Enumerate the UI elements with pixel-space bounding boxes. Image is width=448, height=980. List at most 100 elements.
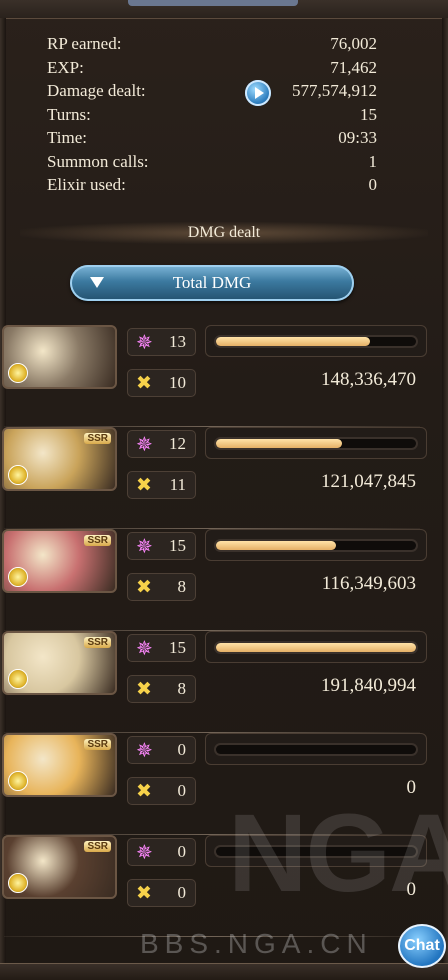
ssr-badge: SSR bbox=[84, 841, 111, 852]
stat-value: 15 bbox=[360, 104, 377, 124]
skill-count: ✖ 11 bbox=[127, 471, 196, 499]
skill-cross-icon: ✖ bbox=[136, 678, 152, 700]
bottom-ornament bbox=[0, 963, 448, 980]
chat-button[interactable]: Chat bbox=[398, 924, 446, 968]
top-tab bbox=[128, 0, 298, 6]
character-portrait[interactable]: SSR bbox=[2, 733, 117, 797]
character-portrait[interactable]: SSR bbox=[2, 529, 117, 593]
charge-attack-count: ✵ 0 bbox=[127, 736, 196, 764]
charge-attack-count: ✵ 13 bbox=[127, 328, 196, 356]
charge-attack-count: ✵ 0 bbox=[127, 838, 196, 866]
skill-count: ✖ 8 bbox=[127, 675, 196, 703]
character-portrait[interactable]: SSR bbox=[2, 631, 117, 695]
stat-exp: EXP: 71,462 bbox=[47, 56, 377, 80]
damage-bar bbox=[205, 733, 427, 765]
charge-attack-star-icon: ✵ bbox=[136, 738, 153, 762]
stat-elixir: Elixir used: 0 bbox=[47, 173, 377, 197]
stat-rp: RP earned: 76,002 bbox=[47, 32, 377, 56]
damage-bar-track bbox=[216, 541, 416, 550]
light-element-icon bbox=[8, 465, 28, 485]
skill-cross-icon: ✖ bbox=[136, 780, 152, 802]
charge-attack-value: 12 bbox=[169, 434, 186, 453]
skill-count: ✖ 8 bbox=[127, 573, 196, 601]
damage-bar-track bbox=[216, 745, 416, 754]
stat-value: 76,002 bbox=[330, 34, 377, 53]
stat-value: 09:33 bbox=[338, 128, 377, 147]
damage-bar-fill bbox=[216, 337, 370, 346]
character-row: ✵ 13 ✖ 10 148,336,470 bbox=[0, 325, 448, 427]
stat-value: 0 bbox=[368, 175, 378, 194]
damage-bar-track bbox=[216, 643, 416, 652]
stat-value: 1 bbox=[368, 151, 378, 171]
stat-label: EXP: bbox=[47, 57, 84, 77]
damage-bar bbox=[205, 427, 427, 459]
battle-stats: RP earned: 76,002 EXP: 71,462 Damage dea… bbox=[47, 32, 377, 197]
light-element-icon bbox=[8, 873, 28, 893]
ssr-badge: SSR bbox=[84, 739, 111, 750]
light-element-icon bbox=[8, 669, 28, 689]
skill-cross-icon: ✖ bbox=[136, 882, 152, 904]
total-dmg-label: Total DMG bbox=[172, 273, 252, 292]
light-element-icon bbox=[8, 771, 28, 791]
charge-attack-count: ✵ 15 bbox=[127, 634, 196, 662]
stat-label: Summon calls: bbox=[47, 151, 149, 171]
skill-value: 0 bbox=[177, 883, 187, 902]
dmg-section-title: DMG dealt bbox=[20, 222, 428, 244]
skill-cross-icon: ✖ bbox=[136, 474, 152, 496]
stat-turns: Turns: 15 bbox=[47, 103, 377, 127]
charge-attack-star-icon: ✵ bbox=[136, 330, 153, 354]
charge-attack-value: 0 bbox=[177, 740, 187, 759]
skill-value: 11 bbox=[169, 475, 186, 494]
charge-attack-value: 13 bbox=[169, 332, 186, 351]
charge-attack-star-icon: ✵ bbox=[136, 840, 153, 864]
character-portrait[interactable]: SSR bbox=[2, 427, 117, 491]
ssr-badge: SSR bbox=[84, 637, 111, 648]
watermark-logo: NGA bbox=[228, 792, 448, 915]
skill-value: 10 bbox=[169, 373, 186, 392]
skill-value: 8 bbox=[177, 577, 187, 596]
damage-bar-track bbox=[216, 337, 416, 346]
ssr-badge: SSR bbox=[84, 535, 111, 546]
skill-cross-icon: ✖ bbox=[136, 576, 152, 598]
top-ornament bbox=[0, 0, 448, 19]
total-dmg-button[interactable]: Total DMG bbox=[70, 265, 354, 301]
character-portrait[interactable] bbox=[2, 325, 117, 389]
charge-attack-count: ✵ 12 bbox=[127, 430, 196, 458]
damage-bar bbox=[205, 325, 427, 357]
stat-label: RP earned: bbox=[47, 34, 122, 53]
damage-bar-track bbox=[216, 439, 416, 448]
skill-value: 0 bbox=[177, 781, 187, 800]
character-damage-value: 116,349,603 bbox=[321, 573, 416, 594]
damage-bar-fill bbox=[216, 439, 342, 448]
triangle-down-icon bbox=[90, 277, 104, 288]
character-damage-value: 121,047,845 bbox=[321, 471, 416, 492]
stat-value: 577,574,912 bbox=[292, 81, 377, 100]
character-portrait[interactable]: SSR bbox=[2, 835, 117, 899]
damage-bar-fill bbox=[216, 643, 416, 652]
stat-damage: Damage dealt: 577,574,912 bbox=[47, 79, 377, 106]
light-element-icon bbox=[8, 363, 28, 383]
skill-count: ✖ 0 bbox=[127, 879, 196, 907]
skill-count: ✖ 10 bbox=[127, 369, 196, 397]
damage-bar-fill bbox=[216, 541, 336, 550]
charge-attack-value: 15 bbox=[169, 638, 186, 657]
charge-attack-star-icon: ✵ bbox=[136, 534, 153, 558]
light-element-icon bbox=[8, 567, 28, 587]
stat-label: Elixir used: bbox=[47, 175, 126, 194]
charge-attack-count: ✵ 15 bbox=[127, 532, 196, 560]
stat-summon: Summon calls: 1 bbox=[47, 150, 377, 174]
skill-count: ✖ 0 bbox=[127, 777, 196, 805]
stat-time: Time: 09:33 bbox=[47, 126, 377, 150]
ssr-badge: SSR bbox=[84, 433, 111, 444]
damage-bar bbox=[205, 631, 427, 663]
charge-attack-value: 15 bbox=[169, 536, 186, 555]
stat-label: Turns: bbox=[47, 104, 91, 124]
character-row: SSR ✵ 12 ✖ 11 121,047,845 bbox=[0, 427, 448, 529]
stat-label: Time: bbox=[47, 128, 88, 147]
character-damage-value: 191,840,994 bbox=[321, 675, 416, 696]
skill-cross-icon: ✖ bbox=[136, 372, 152, 394]
skill-value: 8 bbox=[177, 679, 187, 698]
stat-value: 71,462 bbox=[330, 57, 377, 77]
watermark-text: BBS.NGA.CN bbox=[140, 928, 373, 959]
character-damage-value: 148,336,470 bbox=[321, 369, 416, 390]
